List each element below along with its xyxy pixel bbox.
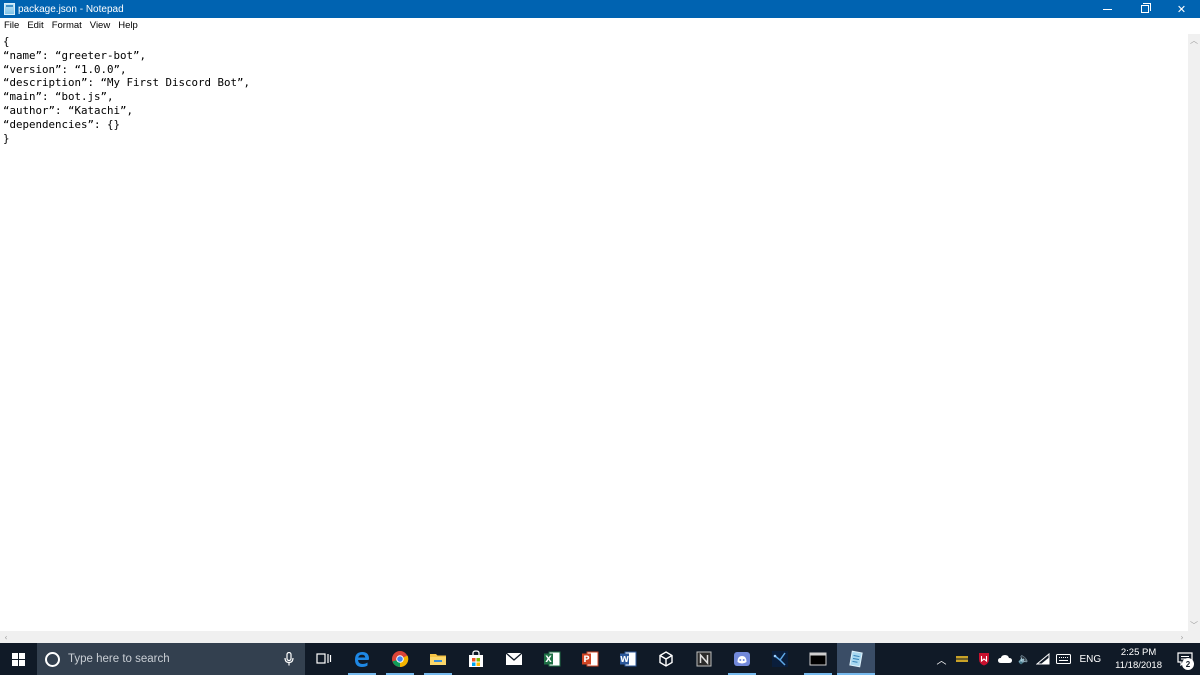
vertical-scrollbar[interactable]: ︿ ﹀ bbox=[1188, 34, 1200, 631]
svg-text:W: W bbox=[620, 655, 629, 664]
editor-line: “version”: “1.0.0”, bbox=[3, 62, 127, 76]
chrome-icon bbox=[392, 651, 409, 668]
menu-format[interactable]: Format bbox=[48, 18, 86, 34]
scroll-left-arrow-icon[interactable]: ‹ bbox=[0, 631, 12, 643]
terminal-icon bbox=[809, 652, 827, 666]
mcafee-shield-icon[interactable] bbox=[973, 643, 995, 675]
scroll-up-arrow-icon[interactable]: ︿ bbox=[1188, 34, 1200, 46]
edge-button[interactable] bbox=[343, 643, 381, 675]
taskbar-search[interactable]: Type here to search bbox=[37, 643, 305, 675]
editor-line: } bbox=[3, 131, 10, 145]
powerpoint-icon: P bbox=[582, 651, 599, 667]
edge-icon bbox=[355, 652, 369, 667]
microphone-icon[interactable] bbox=[283, 652, 295, 666]
window-title: package.json - Notepad bbox=[18, 3, 124, 15]
notion-button[interactable] bbox=[685, 643, 723, 675]
input-language[interactable]: ENG bbox=[1073, 654, 1107, 665]
restore-icon bbox=[1140, 3, 1151, 13]
visual-studio-button[interactable] bbox=[761, 643, 799, 675]
editor-line: { bbox=[3, 35, 10, 48]
notepad-button[interactable] bbox=[837, 643, 875, 675]
svg-text:X: X bbox=[545, 655, 552, 665]
editor-line: “description”: “My First Discord Bot”, bbox=[3, 76, 251, 90]
chrome-button[interactable] bbox=[381, 643, 419, 675]
wifi-icon[interactable] bbox=[1033, 643, 1053, 675]
restore-button[interactable] bbox=[1126, 0, 1163, 18]
start-button[interactable] bbox=[0, 643, 37, 675]
taskbar: Type here to search X P W ︿ 🔈 ENG 2:25 P… bbox=[0, 643, 1200, 675]
scroll-down-arrow-icon[interactable]: ﹀ bbox=[1188, 619, 1200, 631]
editor-content[interactable]: {“name”: “greeter-bot”, “version”: “1.0.0… bbox=[3, 35, 250, 145]
clock-time: 2:25 PM bbox=[1120, 647, 1157, 658]
clock-date: 11/18/2018 bbox=[1115, 660, 1162, 671]
notepad-icon bbox=[849, 650, 863, 668]
scroll-corner bbox=[1188, 631, 1200, 643]
close-button[interactable]: ✕ bbox=[1163, 0, 1200, 18]
mail-icon bbox=[505, 652, 523, 665]
file-explorer-icon bbox=[430, 654, 446, 665]
discord-icon bbox=[734, 652, 750, 666]
search-placeholder: Type here to search bbox=[68, 653, 170, 665]
window-controls: ✕ bbox=[1089, 0, 1200, 18]
excel-icon: X bbox=[544, 651, 561, 667]
editor-line: “name”: “greeter-bot”, bbox=[3, 48, 147, 62]
discord-button[interactable] bbox=[723, 643, 761, 675]
action-center-button[interactable]: 2 bbox=[1170, 643, 1200, 675]
system-tray: ︿ 🔈 ENG 2:25 PM 11/18/2018 2 bbox=[931, 643, 1200, 675]
store-button[interactable] bbox=[457, 643, 495, 675]
editor-line: “author”: “Katachi”, bbox=[3, 103, 134, 117]
scroll-right-arrow-icon[interactable]: › bbox=[1176, 631, 1188, 643]
unity-button[interactable] bbox=[647, 643, 685, 675]
menu-file[interactable]: File bbox=[0, 18, 23, 34]
menu-edit[interactable]: Edit bbox=[23, 18, 47, 34]
unity-icon bbox=[659, 651, 673, 667]
horizontal-scrollbar[interactable]: ‹ › bbox=[0, 631, 1188, 643]
store-icon bbox=[469, 650, 483, 667]
clock[interactable]: 2:25 PM 11/18/2018 bbox=[1107, 643, 1170, 675]
cortana-icon bbox=[45, 651, 60, 667]
notion-icon bbox=[696, 651, 712, 667]
powerpoint-button[interactable]: P bbox=[571, 643, 609, 675]
task-view-icon bbox=[316, 653, 332, 664]
excel-button[interactable]: X bbox=[533, 643, 571, 675]
editor-line: “main”: “bot.js”, bbox=[3, 90, 114, 104]
title-bar[interactable]: package.json - Notepad ✕ bbox=[0, 0, 1200, 18]
minimize-button[interactable] bbox=[1089, 0, 1126, 18]
word-button[interactable]: W bbox=[609, 643, 647, 675]
menu-view[interactable]: View bbox=[86, 18, 114, 34]
svg-text:P: P bbox=[583, 655, 589, 665]
pinned-apps: X P W bbox=[305, 643, 875, 675]
mail-button[interactable] bbox=[495, 643, 533, 675]
volume-icon[interactable]: 🔈 bbox=[1015, 643, 1033, 675]
text-editor[interactable]: {“name”: “greeter-bot”, “version”: “1.0.0… bbox=[0, 34, 1188, 631]
keyboard-icon[interactable] bbox=[1053, 643, 1073, 675]
minimize-icon bbox=[1103, 8, 1112, 10]
file-explorer-button[interactable] bbox=[419, 643, 457, 675]
windows-logo-icon bbox=[12, 652, 25, 666]
battery-monitor-icon[interactable] bbox=[951, 643, 973, 675]
notification-count-badge: 2 bbox=[1182, 658, 1194, 670]
show-hidden-icons-chevron-icon[interactable]: ︿ bbox=[931, 643, 951, 675]
menu-bar: File Edit Format View Help bbox=[0, 18, 1200, 34]
menu-help[interactable]: Help bbox=[114, 18, 142, 34]
visual-studio-icon bbox=[772, 651, 788, 667]
editor-line: “dependencies”: {} bbox=[3, 117, 121, 131]
notepad-app-icon[interactable] bbox=[4, 3, 15, 15]
close-icon: ✕ bbox=[1176, 2, 1187, 16]
task-view-button[interactable] bbox=[305, 643, 343, 675]
terminal-button[interactable] bbox=[799, 643, 837, 675]
word-icon: W bbox=[620, 651, 637, 667]
onedrive-cloud-icon[interactable] bbox=[995, 643, 1015, 675]
